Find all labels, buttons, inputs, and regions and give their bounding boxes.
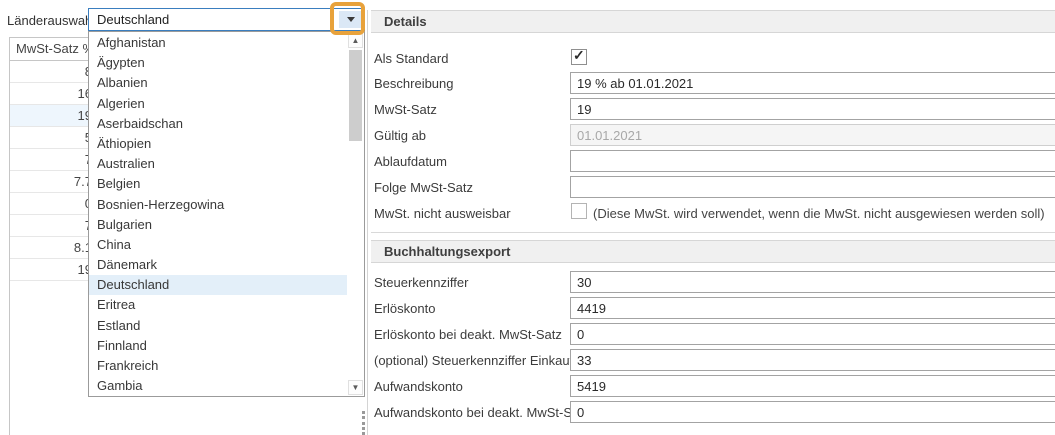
steuerkennziffer-field[interactable] [570,271,1055,293]
country-dropdown-items: Afghanistan Ägypten Albanien Algerien As… [89,33,347,396]
details-section-header: Details [371,10,1055,33]
scroll-up-icon: ▲ [352,36,360,45]
dropdown-item[interactable]: Eritrea [89,295,347,315]
country-combobox-dropdown-button[interactable] [339,11,362,28]
buchhaltungsexport-section-header: Buchhaltungsexport [371,240,1055,263]
gueltig-ab-field [570,124,1055,146]
dropdown-item[interactable]: Gambia [89,376,347,396]
ablaufdatum-label: Ablaufdatum [374,154,447,169]
dropdown-arrow-icon [347,17,355,22]
dropdown-item[interactable]: Ägypten [89,53,347,73]
table-row[interactable]: 16 [10,83,92,105]
dropdown-item-selected[interactable]: Deutschland [89,275,347,295]
als-standard-checkbox[interactable]: ✓ [571,49,587,65]
country-combobox[interactable]: Deutschland [88,8,365,31]
scrollbar-down-button[interactable]: ▼ [348,380,363,395]
scroll-down-icon: ▼ [352,383,360,392]
section-separator [371,232,1055,233]
rate-table: MwSt-Satz % 8 16 19 5 7 7.7 0 7 8.1 19 [10,37,92,281]
erloeskonto-label: Erlöskonto [374,301,435,316]
gueltig-ab-label: Gültig ab [374,128,426,143]
dropdown-item[interactable]: Afghanistan [89,33,347,53]
nicht-ausweisbar-label: MwSt. nicht ausweisbar [374,206,511,221]
table-row[interactable]: 0 [10,193,92,215]
rate-table-header[interactable]: MwSt-Satz % [10,37,92,61]
dropdown-scrollbar[interactable]: ▲ ▼ [347,32,364,396]
dropdown-item[interactable]: Albanien [89,73,347,93]
table-row[interactable]: 19 [10,259,92,281]
als-standard-label: Als Standard [374,51,448,66]
dropdown-item[interactable]: Äthiopien [89,134,347,154]
dropdown-item[interactable]: Bulgarien [89,215,347,235]
nicht-ausweisbar-note: (Diese MwSt. wird verwendet, wenn die Mw… [593,206,1045,221]
ablaufdatum-field[interactable] [570,150,1055,172]
checkmark-icon: ✓ [573,47,585,64]
dropdown-item[interactable]: Dänemark [89,255,347,275]
dropdown-item[interactable]: Aserbaidschan [89,114,347,134]
country-selector-label: Länderauswahl [7,13,95,28]
dropdown-item[interactable]: Belgien [89,174,347,194]
table-row[interactable]: 5 [10,127,92,149]
table-row[interactable]: 7.7 [10,171,92,193]
country-dropdown-list: Afghanistan Ägypten Albanien Algerien As… [88,31,365,397]
dropdown-item[interactable]: Frankreich [89,356,347,376]
scrollbar-thumb[interactable] [349,50,362,141]
steuerkennziffer-einkauf-field[interactable] [570,349,1055,371]
dropdown-item[interactable]: Estland [89,316,347,336]
aufwandskonto-field[interactable] [570,375,1055,397]
steuerkennziffer-label: Steuerkennziffer [374,275,468,290]
mwst-satz-label: MwSt-Satz [374,102,437,117]
aufwandskonto-label: Aufwandskonto [374,379,463,394]
table-row[interactable]: 7 [10,215,92,237]
scrollbar-up-button[interactable]: ▲ [348,33,363,48]
erloeskonto-field[interactable] [570,297,1055,319]
table-row[interactable]: 8 [10,61,92,83]
dropdown-item[interactable]: China [89,235,347,255]
nicht-ausweisbar-checkbox[interactable] [571,203,587,219]
beschreibung-field[interactable] [570,72,1055,94]
vat-settings-window: Länderauswahl Deutschland MwSt-Satz % 8 … [0,0,1055,435]
panel-splitter[interactable] [367,10,368,435]
country-combobox-value: Deutschland [97,12,169,27]
dropdown-item[interactable]: Finnland [89,336,347,356]
beschreibung-label: Beschreibung [374,76,454,91]
dropdown-item[interactable]: Algerien [89,94,347,114]
table-row-selected[interactable]: 19 [10,105,92,127]
erloeskonto-deakt-label: Erlöskonto bei deakt. MwSt-Satz [374,327,562,342]
aufwandskonto-deakt-field[interactable] [570,401,1055,423]
folge-mwst-satz-field[interactable] [570,176,1055,198]
table-row[interactable]: 8.1 [10,237,92,259]
erloeskonto-deakt-field[interactable] [570,323,1055,345]
mwst-satz-field[interactable] [570,98,1055,120]
dropdown-item[interactable]: Australien [89,154,347,174]
folge-mwst-satz-label: Folge MwSt-Satz [374,180,473,195]
steuerkennziffer-einkauf-label: (optional) Steuerkennziffer Einkauf [374,353,573,368]
aufwandskonto-deakt-label: Aufwandskonto bei deakt. MwSt-Satz [374,405,589,420]
splitter-grip-icon[interactable] [361,411,366,435]
dropdown-item[interactable]: Bosnien-Herzegowina [89,195,347,215]
table-row[interactable]: 7 [10,149,92,171]
